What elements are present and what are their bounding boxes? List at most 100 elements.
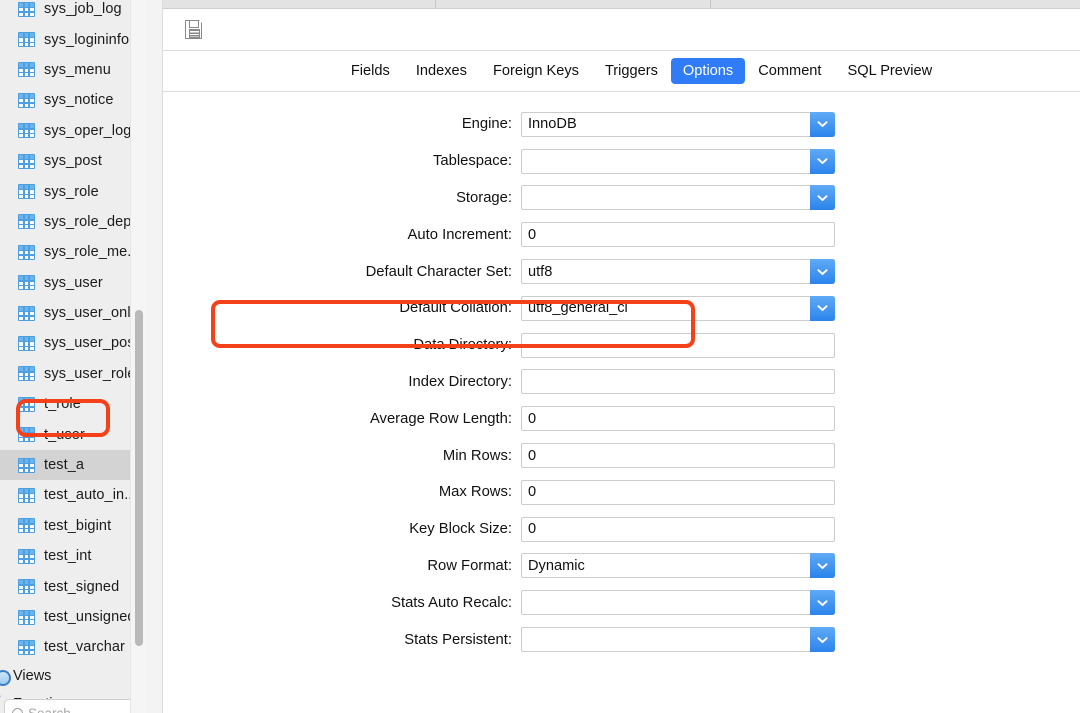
database-object-sidebar[interactable]: sys_job_log sys_logininfor sys_menu sys_not… <box>0 0 146 713</box>
sidebar-scrollbar[interactable] <box>130 0 146 713</box>
form-row: Storage: <box>163 180 1080 217</box>
tab-indexes[interactable]: Indexes <box>403 58 480 84</box>
sidebar-table-label: sys_oper_log <box>44 122 132 139</box>
tab-fields[interactable]: Fields <box>338 58 403 84</box>
sidebar-table-item[interactable]: sys_user_post <box>0 328 146 358</box>
field-value[interactable]: 0 <box>522 227 536 243</box>
designer-tab-bar[interactable]: Fields Indexes Foreign Keys Triggers Options… <box>163 51 1080 92</box>
field-min-rows[interactable]: 0 <box>521 443 835 469</box>
sidebar-table-item[interactable]: test_auto_in... <box>0 480 146 510</box>
field-default-character-set[interactable]: utf8 <box>521 259 835 285</box>
sidebar-table-item[interactable]: test_a <box>0 449 146 481</box>
sidebar-table-item[interactable]: sys_user_onl... <box>0 298 146 328</box>
sidebar-scrollbar-thumb[interactable] <box>135 310 143 646</box>
field-auto-increment[interactable]: 0 <box>521 222 835 248</box>
chevron-down-icon[interactable] <box>810 590 835 616</box>
field-value[interactable]: 0 <box>522 448 536 464</box>
sidebar-category-views[interactable]: Views <box>0 663 146 691</box>
field-value[interactable]: 0 <box>522 521 536 537</box>
search-box[interactable]: Search <box>4 699 142 713</box>
designer-toolbar[interactable] <box>163 9 1080 51</box>
field-value[interactable]: 0 <box>522 411 536 427</box>
chevron-down-icon[interactable] <box>810 259 835 285</box>
sidebar-table-label: test_unsigned <box>44 609 136 625</box>
field-label: Engine: <box>461 116 512 133</box>
table-icon <box>18 244 35 260</box>
sidebar-table-item[interactable]: t_role <box>0 389 146 419</box>
table-icon <box>18 123 35 139</box>
sidebar-table-label: sys_logininfor <box>44 31 135 48</box>
field-average-row-length[interactable]: 0 <box>521 406 835 432</box>
sidebar-table-label: t_role <box>44 396 81 413</box>
field-storage[interactable] <box>521 185 835 211</box>
chevron-down-icon[interactable] <box>810 627 835 653</box>
table-icon <box>18 305 35 321</box>
field-data-directory[interactable] <box>521 332 835 358</box>
sidebar-table-item[interactable]: sys_job_log <box>0 0 146 24</box>
sidebar-tree[interactable]: sys_job_log sys_logininfor sys_menu sys_not… <box>0 0 146 713</box>
search-icon <box>12 707 23 713</box>
sidebar-table-item[interactable]: t_user <box>0 419 146 449</box>
sidebar-table-item[interactable]: test_varchar <box>0 632 146 662</box>
sidebar-table-item[interactable]: test_unsigned <box>0 602 146 632</box>
sidebar-table-item[interactable]: sys_notice <box>0 85 146 115</box>
field-index-directory[interactable] <box>521 369 835 395</box>
field-label: Auto Increment: <box>407 226 512 243</box>
form-row: Average Row Length: 0 <box>163 400 1080 437</box>
sidebar-table-item[interactable]: test_int <box>0 541 146 571</box>
table-icon <box>18 32 35 48</box>
field-tablespace[interactable] <box>521 148 835 174</box>
field-key-block-size[interactable]: 0 <box>521 516 835 542</box>
sidebar-table-label: sys_user_role <box>44 365 136 382</box>
sidebar-table-item[interactable]: test_signed <box>0 571 146 601</box>
tab-triggers[interactable]: Triggers <box>592 58 671 84</box>
sidebar-table-item[interactable]: sys_logininfor <box>0 24 146 54</box>
search-input-placeholder[interactable]: Search <box>28 706 71 713</box>
table-icon <box>18 184 35 200</box>
field-stats-persistent[interactable] <box>521 627 835 653</box>
field-engine[interactable]: InnoDB <box>521 111 835 137</box>
table-options-form[interactable]: Engine: InnoDB Tablespace: Storage: Auto Inc… <box>163 92 1080 713</box>
sidebar-table-item[interactable]: sys_user <box>0 268 146 298</box>
table-icon <box>18 396 35 412</box>
field-value[interactable]: Dynamic <box>522 558 615 574</box>
sidebar-table-label: test_auto_in... <box>44 487 137 504</box>
field-value[interactable]: 0 <box>522 484 536 500</box>
field-label: Average Row Length: <box>369 410 512 427</box>
sidebar-table-label: sys_user <box>44 274 103 291</box>
field-label: Tablespace: <box>433 153 512 170</box>
sidebar-table-item[interactable]: test_bigint <box>0 511 146 541</box>
field-value[interactable]: InnoDB <box>522 116 607 132</box>
chevron-down-icon[interactable] <box>810 111 835 137</box>
field-default-collation[interactable]: utf8_general_ci <box>521 295 835 321</box>
tab-foreign-keys[interactable]: Foreign Keys <box>480 58 592 84</box>
chevron-down-icon[interactable] <box>810 148 835 174</box>
table-icon <box>18 335 35 351</box>
chevron-down-icon[interactable] <box>810 553 835 579</box>
field-label: Key Block Size: <box>409 521 512 538</box>
tab-comment[interactable]: Comment <box>745 58 834 84</box>
chevron-down-icon[interactable] <box>810 185 835 211</box>
form-row: Key Block Size: 0 <box>163 511 1080 548</box>
sidebar-table-item[interactable]: sys_oper_log <box>0 116 146 146</box>
views-icon <box>0 669 11 686</box>
field-label: Max Rows: <box>438 484 512 501</box>
field-value[interactable]: utf8_general_ci <box>522 300 658 316</box>
tab-options[interactable]: Options <box>670 58 746 84</box>
form-row: Default Collation: utf8_general_ci <box>163 290 1080 327</box>
window-tab-strip[interactable] <box>163 0 1080 9</box>
sidebar-table-item[interactable]: sys_role <box>0 176 146 206</box>
tab-sql-preview[interactable]: SQL Preview <box>834 58 945 84</box>
field-max-rows[interactable]: 0 <box>521 479 835 505</box>
sidebar-table-item[interactable]: sys_role_dept <box>0 207 146 237</box>
chevron-down-icon[interactable] <box>810 295 835 321</box>
field-stats-auto-recalc[interactable] <box>521 590 835 616</box>
field-value[interactable]: utf8 <box>522 264 582 280</box>
sidebar-table-item[interactable]: sys_user_role <box>0 359 146 389</box>
sidebar-table-item[interactable]: sys_menu <box>0 55 146 85</box>
field-row-format[interactable]: Dynamic <box>521 553 835 579</box>
sidebar-table-item[interactable]: sys_post <box>0 146 146 176</box>
sidebar-table-item[interactable]: sys_role_me... <box>0 237 146 267</box>
save-icon[interactable] <box>185 19 203 39</box>
form-row: Tablespace: <box>163 143 1080 180</box>
